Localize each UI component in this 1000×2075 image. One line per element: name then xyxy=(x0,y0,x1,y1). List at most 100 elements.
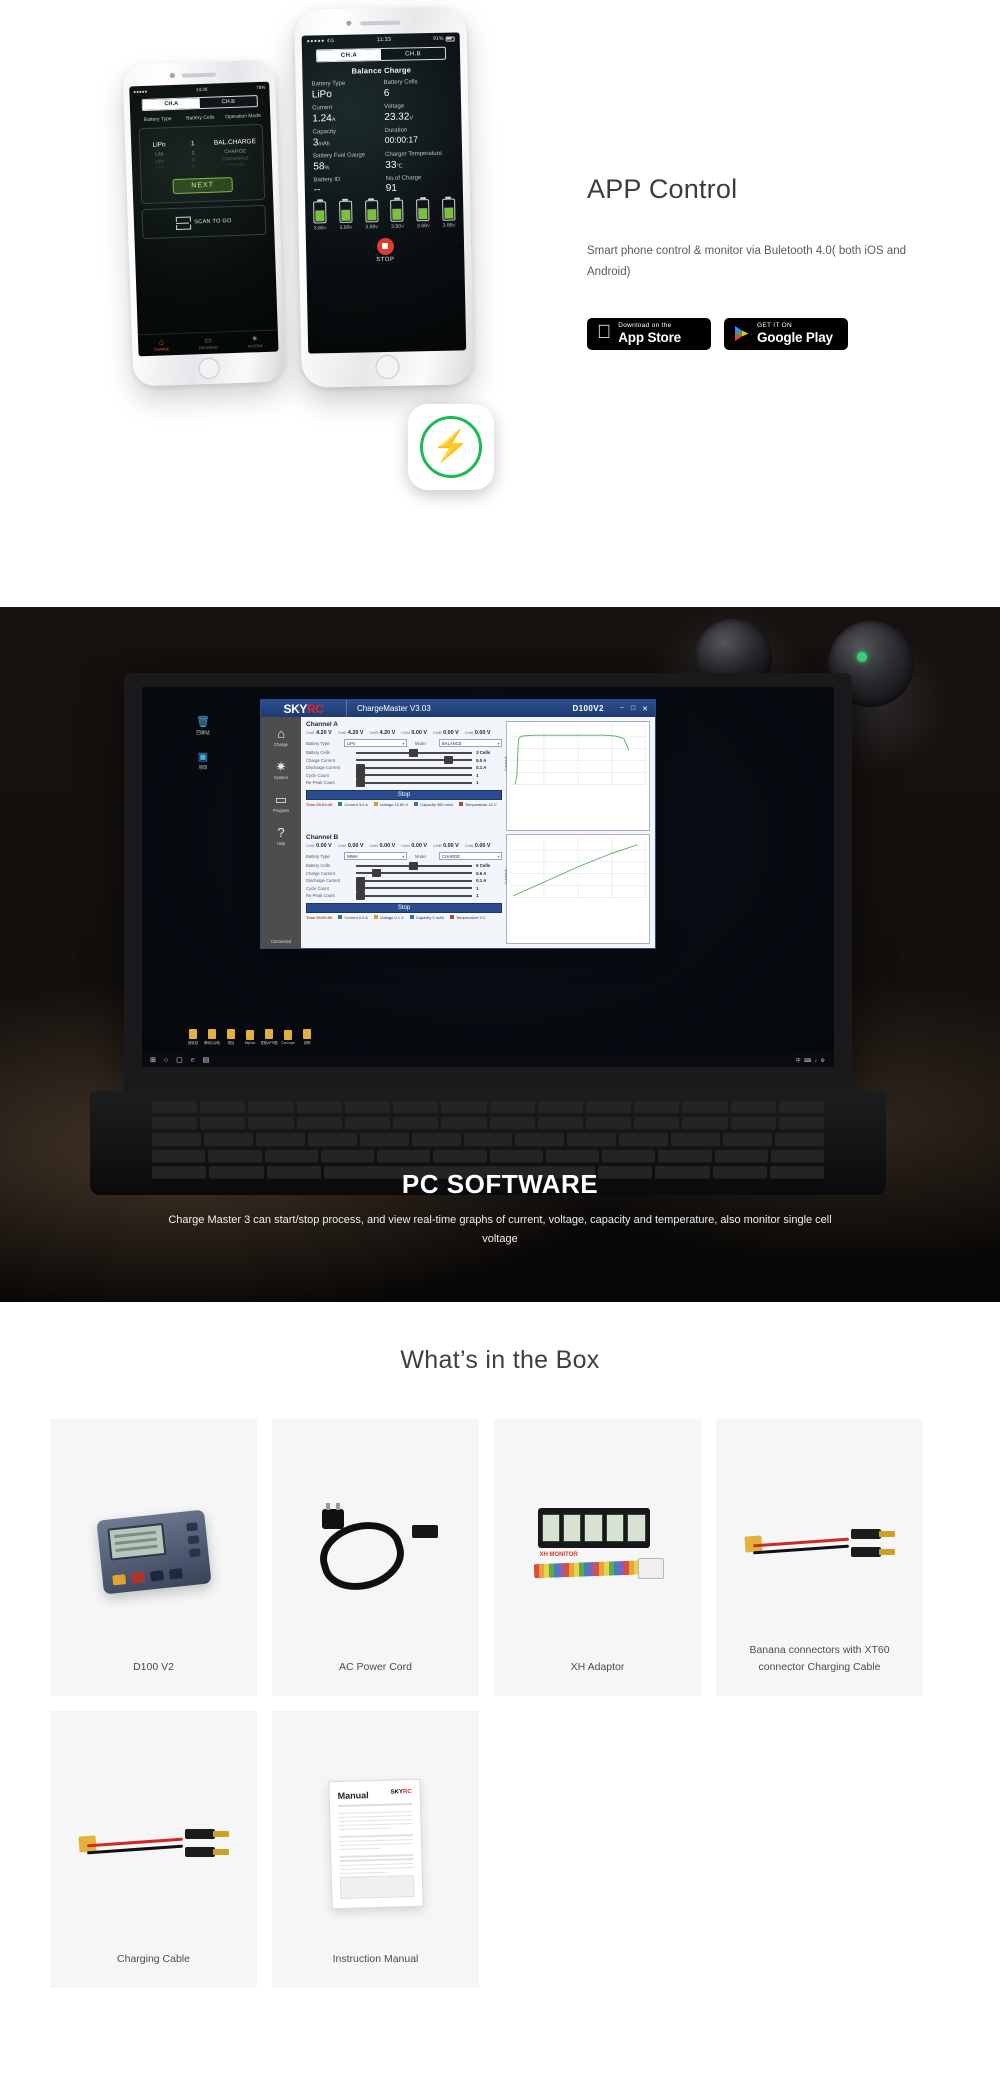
minimize-button[interactable]: − xyxy=(620,705,624,713)
battery-type-picker[interactable]: LiPo LiIo LiFe LiHv xyxy=(142,140,177,172)
sidebar-item-help[interactable]: ? Help xyxy=(277,826,286,846)
mode-select[interactable]: BALANCE ▾ xyxy=(439,739,503,747)
slider-track[interactable] xyxy=(356,861,473,870)
slider-battery-cells[interactable]: Battery Cells 3 Cells xyxy=(306,748,502,757)
slider-track[interactable] xyxy=(356,756,473,764)
slider-track[interactable] xyxy=(356,876,473,885)
device-model-label: D100V2 xyxy=(572,704,604,713)
home-icon: ⌂ xyxy=(158,337,165,347)
slider-repeak-count[interactable]: Re-Peak Count 1 xyxy=(306,778,502,787)
nav-item-program[interactable]: ▭ PROGRAM xyxy=(199,336,218,351)
store-badges[interactable]:  Download on the App Store GET IT ON xyxy=(587,317,967,350)
slider-charge-current[interactable]: Charge Current 0.6 A xyxy=(306,869,502,877)
desktop-file[interactable]: CorCope xyxy=(281,1029,295,1045)
channel-b-selectors[interactable]: Battery Type: NiMH ▾ Mode: CHARGE ▾ xyxy=(306,852,503,860)
windows-taskbar[interactable]: ⊞ ○ ▢ e ▤ 中 ⌨ ♪ ⚙ xyxy=(142,1053,834,1067)
legend-voltage: Voltage 12.60 V xyxy=(373,802,408,807)
nav-item-system[interactable]: ✷ SYSTEM xyxy=(247,334,263,349)
slider-track[interactable] xyxy=(356,891,473,900)
slider-charge-current[interactable]: Charge Current 5.0 A xyxy=(306,756,502,764)
elapsed-time: Time 00:04:26 xyxy=(306,801,333,807)
mode-select[interactable]: CHARGE ▾ xyxy=(439,852,503,860)
cell-count-option-3[interactable]: 4 xyxy=(177,164,211,171)
start-button-icon[interactable]: ⊞ xyxy=(150,1056,156,1064)
slider-thumb[interactable] xyxy=(372,869,382,877)
slider-discharge-current[interactable]: Discharge Current 0.1 A xyxy=(306,876,502,885)
sidebar-item-program[interactable]: ▭ Program xyxy=(273,793,289,813)
desktop-shortcuts[interactable]: 🗑 回收站 ▣ 项目 xyxy=(186,715,220,771)
chevron-down-icon: ▾ xyxy=(402,853,405,859)
battery-type-select[interactable]: NiMH ▾ xyxy=(344,852,408,860)
window-body: ⌂ Charge ✷ System ▭ Program ? Help Conne… xyxy=(261,717,655,948)
tab-channel-b[interactable]: CH.B xyxy=(200,96,257,108)
slider-cycle-count[interactable]: Cycle Count 1 xyxy=(306,771,502,779)
slider-track[interactable] xyxy=(356,778,473,787)
channel-b-stop-button[interactable]: Stop xyxy=(306,902,503,913)
google-play-button[interactable]: GET IT ON Google Play xyxy=(724,317,848,350)
slider-thumb[interactable] xyxy=(356,891,365,900)
sidebar-item-charge[interactable]: ⌂ Charge xyxy=(274,727,288,747)
slider-track[interactable] xyxy=(356,771,473,779)
tab-channel-a[interactable]: CH.A xyxy=(142,98,200,111)
window-controls[interactable]: − □ ✕ xyxy=(604,705,655,713)
close-button[interactable]: ✕ xyxy=(642,705,648,713)
slider-thumb[interactable] xyxy=(409,861,419,870)
task-view-icon[interactable]: ▢ xyxy=(176,1056,183,1064)
phones-illustration: ●●●●● 14:26 78% CH.A CH.B Battery Type B… xyxy=(0,0,560,560)
battery-cells-picker[interactable]: 1 2 3 4 xyxy=(176,139,211,171)
slider-track[interactable] xyxy=(356,869,473,877)
desktop-file-icons[interactable]: 回收站 腾讯QQ电 项目 MyDoc 导航APP图 CorCope 说明 xyxy=(188,1028,312,1045)
nav-item-charge[interactable]: ⌂ CHARGE xyxy=(154,337,170,352)
operation-mode-picker[interactable]: BAL.CHARGE CHARGE DISCHARGE STORAGE xyxy=(209,137,261,170)
slider-thumb[interactable] xyxy=(356,771,365,779)
desktop-file[interactable]: MyDoc xyxy=(245,1029,255,1045)
slider-track[interactable] xyxy=(356,884,473,892)
desktop-icon-app[interactable]: ▣ 项目 xyxy=(186,750,220,771)
home-icon: ⌂ xyxy=(277,726,285,741)
slider-thumb[interactable] xyxy=(444,756,454,764)
scan-to-go-card[interactable]: SCAN TO GO xyxy=(141,204,267,240)
app-store-button[interactable]:  Download on the App Store xyxy=(587,317,711,350)
channel-a-stop-button[interactable]: Stop xyxy=(306,789,503,800)
search-icon[interactable]: ○ xyxy=(164,1057,168,1064)
desktop-file[interactable]: 腾讯QQ电 xyxy=(204,1028,220,1045)
slider-thumb[interactable] xyxy=(356,778,365,787)
chargemaster-window[interactable]: SKY RC ChargeMaster V3.03 D100V2 − □ ✕ ⌂… xyxy=(260,699,656,949)
desktop-icon-recycle[interactable]: 🗑 回收站 xyxy=(186,715,220,736)
maximize-button[interactable]: □ xyxy=(631,705,635,713)
sidebar-item-system[interactable]: ✷ System xyxy=(274,760,288,780)
setup-picker-card[interactable]: LiPo LiIo LiFe LiHv 1 2 3 4 BAL.CHARGE C… xyxy=(138,124,266,205)
desktop-file[interactable]: 项目 xyxy=(226,1028,236,1045)
slider-thumb[interactable] xyxy=(356,884,365,892)
mode-option-3[interactable]: STORAGE xyxy=(210,162,261,170)
desktop-file[interactable]: 回收站 xyxy=(188,1028,198,1045)
channel-b-panel: Channel B Cell1 0.00 V Cell2 0.00 V Cell… xyxy=(306,834,650,944)
slider-track[interactable] xyxy=(356,748,473,757)
window-titlebar[interactable]: SKY RC ChargeMaster V3.03 D100V2 − □ ✕ xyxy=(261,700,655,717)
bottom-navigation[interactable]: ⌂ CHARGE ▭ PROGRAM ✷ SYSTEM xyxy=(137,329,279,357)
slider-thumb[interactable] xyxy=(409,748,419,757)
slider-battery-cells[interactable]: Battery Cells 6 Cells xyxy=(306,861,502,870)
slider-cycle-count[interactable]: Cycle Count 1 xyxy=(306,884,502,892)
tab-channel-a[interactable]: CH.A xyxy=(316,49,382,62)
system-tray[interactable]: 中 ⌨ ♪ ⚙ xyxy=(796,1057,826,1064)
slider-track[interactable] xyxy=(356,763,473,772)
stop-control[interactable]: STOP xyxy=(306,235,465,265)
home-button[interactable] xyxy=(198,357,220,380)
desktop-file[interactable]: 导航APP图 xyxy=(261,1028,277,1045)
edge-icon[interactable]: e xyxy=(191,1057,195,1064)
home-button[interactable] xyxy=(375,354,400,380)
stop-icon[interactable] xyxy=(376,237,394,256)
battery-type-option-3[interactable]: LiHv xyxy=(143,165,177,172)
battery-type-select[interactable]: LiPo ▾ xyxy=(344,739,408,747)
next-button[interactable]: NEXT xyxy=(172,177,233,195)
window-sidebar[interactable]: ⌂ Charge ✷ System ▭ Program ? Help Conne… xyxy=(261,717,301,948)
desktop-file[interactable]: 说明 xyxy=(302,1028,312,1045)
channel-tabs[interactable]: CH.A CH.B xyxy=(141,95,258,112)
slider-repeak-count[interactable]: Re-Peak Count 1 xyxy=(306,891,502,900)
tab-channel-b[interactable]: CH.B xyxy=(381,48,445,60)
explorer-icon[interactable]: ▤ xyxy=(203,1056,210,1064)
channel-a-selectors[interactable]: Battery Type: LiPo ▾ Mode: BALANCE ▾ xyxy=(306,739,503,747)
slider-discharge-current[interactable]: Discharge Current 0.1 A xyxy=(306,763,502,772)
channel-tabs[interactable]: CH.A CH.B xyxy=(315,46,447,63)
